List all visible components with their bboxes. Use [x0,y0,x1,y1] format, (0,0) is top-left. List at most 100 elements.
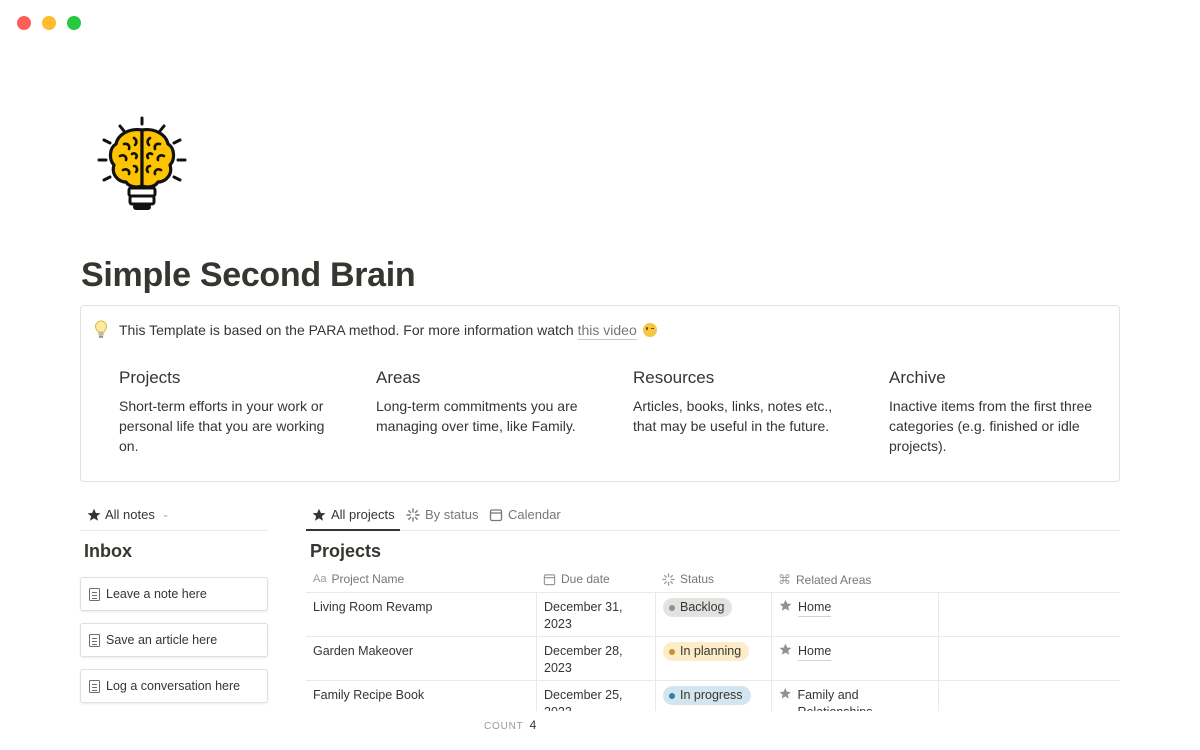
status-badge: In planning [663,642,750,661]
para-description: Short-term efforts in your work or perso… [119,398,325,454]
project-name-cell[interactable]: Garden Makeover [306,637,537,681]
projects-title: Projects [310,541,382,561]
table-count: COUNT 4 [484,718,536,732]
table-row[interactable]: Garden Makeover December 28, 2023 In pla… [306,637,1120,681]
para-description: Articles, books, links, notes etc., that… [633,398,833,434]
para-description: Inactive items from the first three cate… [889,398,1093,454]
page-icon [89,633,100,647]
calendar-icon [489,508,503,521]
count-value: 4 [529,718,537,732]
inbox-card-label: Leave a note here [106,587,207,601]
due-date-cell[interactable]: December 28, 2023 [537,637,656,681]
column-label: Project Name [331,572,405,586]
callout-text: This Template is based on the PARA metho… [119,322,657,340]
star-icon [779,599,792,611]
related-areas-cell[interactable]: Family and Relationships [772,681,939,711]
active-tab-indicator [306,529,400,531]
tab-by-status[interactable]: By status [406,507,478,522]
chevron-down-icon: ⌄ [161,509,170,519]
status-label: In planning [680,644,742,658]
area-link[interactable]: Family and Relationships [779,687,931,711]
video-link[interactable]: this video [577,322,637,340]
column-label: Related Areas [796,573,872,587]
area-name: Home [798,643,832,661]
calendar-icon [543,573,556,585]
star-icon [87,508,101,521]
column-header-project-name[interactable]: Aa Project Name [313,572,404,586]
inbox-card-label: Save an article here [106,633,218,647]
star-icon [312,508,326,521]
tab-label: Calendar [508,507,561,522]
status-icon [406,507,420,522]
para-callout: This Template is based on the PARA metho… [80,305,1120,482]
minimize-window-button[interactable] [42,16,56,30]
view-label: All notes [105,507,155,522]
notes-view-bar: All notes ⌄ [80,500,268,531]
due-date-cell[interactable]: December 25, 2023 [537,681,656,711]
column-label: Status [680,572,715,586]
empty-cell[interactable] [939,593,1120,637]
para-heading: Archive [889,368,946,387]
column-header-due-date[interactable]: Due date [543,572,610,586]
column-label: Due date [561,572,610,586]
status-cell[interactable]: In planning [656,637,772,681]
column-header-status[interactable]: Status [662,572,714,586]
para-column-projects: Projects Short-term efforts in your work… [119,368,334,456]
empty-cell[interactable] [939,637,1120,681]
inbox-card[interactable]: Log a conversation here [80,669,268,703]
status-label: In progress [680,688,743,702]
wink-emoji-icon [642,323,657,337]
close-window-button[interactable] [17,16,31,30]
text-aa-icon: Aa [313,573,327,585]
projects-table: Aa Project Name Due date Status ⌘ Relate… [306,566,1120,711]
project-name-cell[interactable]: Living Room Revamp [306,593,537,637]
column-header-related-areas[interactable]: ⌘ Related Areas [778,572,871,588]
window-controls [17,16,81,30]
area-link[interactable]: Home [779,599,832,617]
tab-label: By status [425,507,479,522]
related-areas-cell[interactable]: Home [772,637,939,681]
count-label: COUNT [484,721,524,732]
para-heading: Projects [119,368,181,387]
status-cell[interactable]: Backlog [656,593,772,637]
projects-view-tabs: All projects By status Calendar [306,500,1120,531]
status-label: Backlog [680,600,725,614]
para-column-resources: Resources Articles, books, links, notes … [633,368,848,436]
inbox-card-label: Log a conversation here [106,679,241,693]
area-link[interactable]: Home [779,643,832,661]
view-selector-all-notes[interactable]: All notes ⌄ [87,507,169,522]
status-dot [669,648,675,655]
area-name: Family and Relationships [797,687,931,711]
due-date-cell[interactable]: December 31, 2023 [537,593,656,637]
project-name-cell[interactable]: Family Recipe Book [306,681,537,711]
status-badge: In progress [663,686,751,705]
inbox-card[interactable]: Save an article here [80,623,268,657]
maximize-window-button[interactable] [67,16,81,30]
callout-intro: This Template is based on the PARA metho… [119,322,578,338]
tab-label: All projects [331,507,395,522]
tab-calendar[interactable]: Calendar [489,507,561,522]
relation-icon: ⌘ [778,572,791,587]
lightbulb-brain-icon[interactable] [96,116,188,216]
para-heading: Resources [633,368,715,387]
page-icon [89,679,100,693]
para-description: Long-term commitments you are managing o… [376,398,578,434]
star-icon [779,643,792,655]
para-column-areas: Areas Long-term commitments you are mana… [376,368,591,436]
status-dot [669,692,675,699]
table-row[interactable]: Living Room Revamp December 31, 2023 Bac… [306,593,1120,637]
page-icon [89,587,100,601]
area-name: Home [798,599,832,617]
related-areas-cell[interactable]: Home [772,593,939,637]
status-icon [662,572,675,586]
para-column-archive: Archive Inactive items from the first th… [889,368,1104,456]
status-badge: Backlog [663,598,733,617]
status-cell[interactable]: In progress [656,681,772,711]
table-row[interactable]: Family Recipe Book December 25, 2023 In … [306,681,1120,711]
tab-all-projects[interactable]: All projects [312,507,395,522]
para-heading: Areas [376,368,421,387]
inbox-title: Inbox [84,541,132,561]
empty-cell[interactable] [939,681,1120,711]
table-header: Aa Project Name Due date Status ⌘ Relate… [306,566,1120,593]
inbox-card[interactable]: Leave a note here [80,577,268,611]
